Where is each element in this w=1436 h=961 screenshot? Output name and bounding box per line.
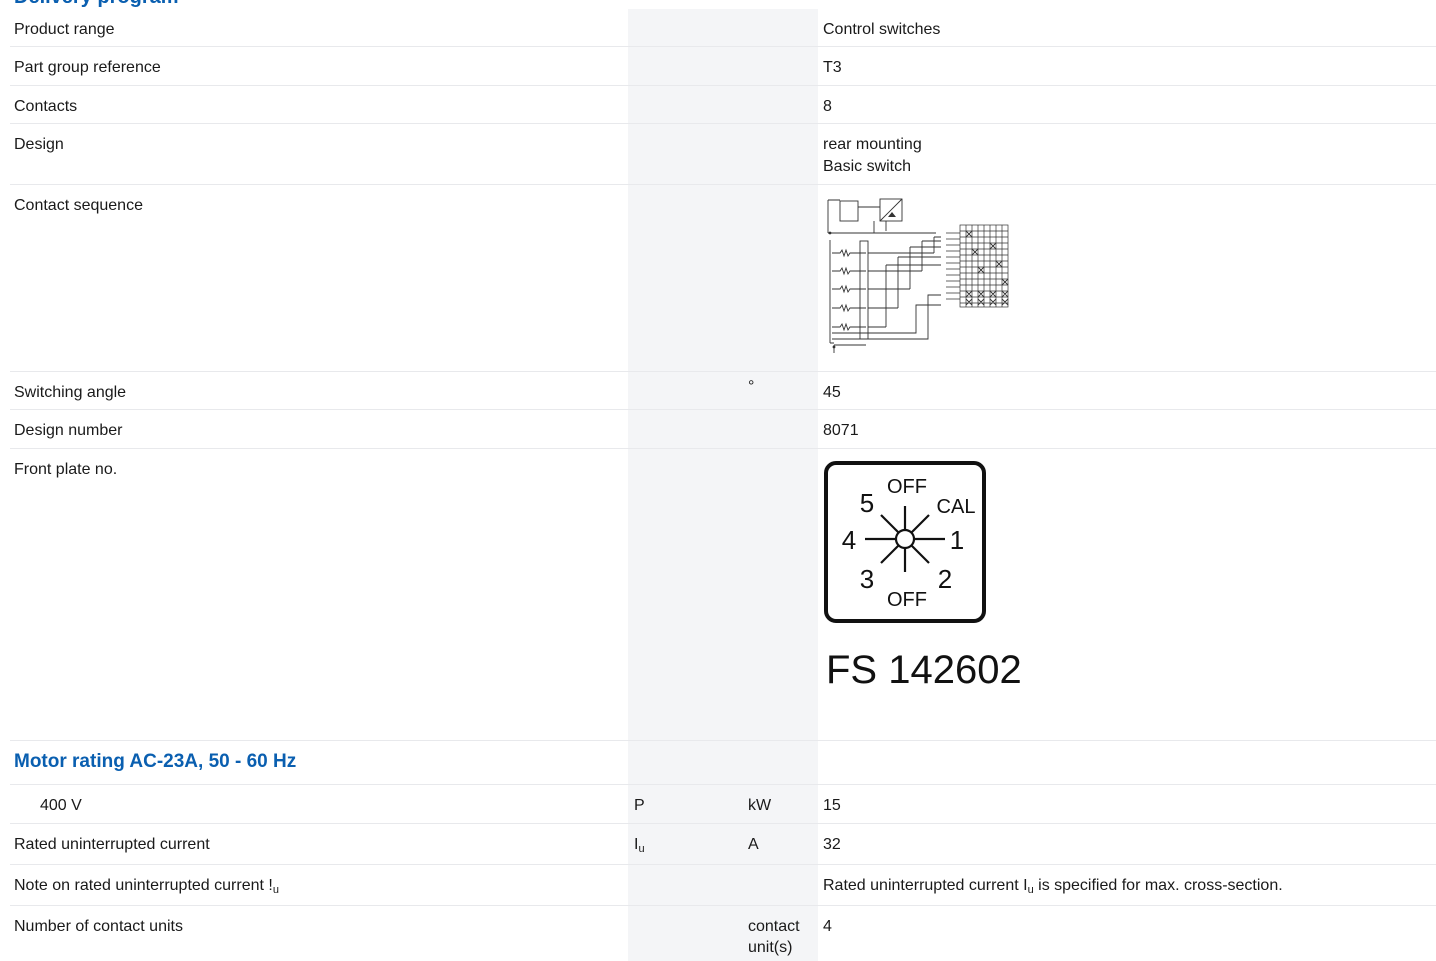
row-value: 4 [823,918,832,935]
label-sub: u [272,884,279,896]
table-row: Design rear mounting Basic switch [0,124,1436,185]
table-row: Contacts 8 [0,86,1436,124]
position-4: 4 [842,525,856,555]
table-row: Rated uninterrupted current Iu A 32 [0,824,1436,865]
table-row: Number of contact units contact unit(s) … [0,906,1436,961]
row-value: rear mounting Basic switch [823,134,922,178]
row-label: Design number [14,422,123,439]
table-row: Part group reference T3 [0,47,1436,86]
symbol-sub: u [638,843,645,855]
table-row: Front plate no. [0,449,1436,741]
position-off-top: OFF [887,476,927,498]
section-title: Motor rating AC-23A, 50 - 60 Hz [14,751,297,772]
table-row: Contact sequence [0,185,1436,372]
row-unit: kW [748,797,772,814]
row-label: Note on rated uninterrupted current !u [14,875,279,897]
position-cal: CAL [937,496,976,518]
front-plate-caption: FS 142602 [826,648,1022,692]
row-label: Number of contact units [14,918,183,935]
row-value: 8071 [823,422,859,439]
row-unit: contact unit(s) [748,918,800,956]
position-3: 3 [860,564,874,594]
row-unit: ° [748,378,755,395]
row-label: Design [14,136,64,153]
position-1: 1 [950,525,964,555]
label-main: Note on rated uninterrupted current ! [14,877,273,894]
table-row: Product range Control switches [0,9,1436,47]
row-value: Rated uninterrupted current Iu is specif… [823,875,1283,897]
row-label: Contact sequence [14,197,143,214]
design-line-1: rear mounting [823,136,922,153]
row-label: Rated uninterrupted current [14,836,210,853]
row-symbol: P [634,797,645,814]
front-plate-image: OFF CAL 1 2 OFF 3 4 5 [824,461,986,623]
row-label: 400 V [40,797,82,814]
row-value: 8 [823,98,832,115]
row-symbol: Iu [634,834,645,856]
row-value: Control switches [823,21,941,38]
row-value: T3 [823,59,842,76]
page-title: Delivery program [14,0,179,8]
row-label: Switching angle [14,384,127,401]
row-label: Product range [14,21,115,38]
position-5: 5 [860,488,874,518]
row-label: Contacts [14,98,78,115]
row-value: 45 [823,384,841,401]
row-label: Front plate no. [14,461,118,478]
table-row: Design number 8071 [0,410,1436,449]
table-row: Switching angle ° 45 [0,372,1436,410]
row-label: Part group reference [14,59,161,76]
section-header: Motor rating AC-23A, 50 - 60 Hz [0,741,1436,785]
value-post: is specified for max. cross-section. [1033,877,1283,894]
value-pre: Rated uninterrupted current I [823,877,1028,894]
table-row: Note on rated uninterrupted current !u R… [0,865,1436,906]
position-2: 2 [938,564,952,594]
row-value: 15 [823,797,841,814]
table-row: 400 V P kW 15 [0,785,1436,824]
contact-sequence-diagram [827,198,1009,353]
row-unit: A [748,836,759,853]
position-off-bottom: OFF [887,589,927,611]
design-line-2: Basic switch [823,158,912,175]
row-value: 32 [823,836,841,853]
